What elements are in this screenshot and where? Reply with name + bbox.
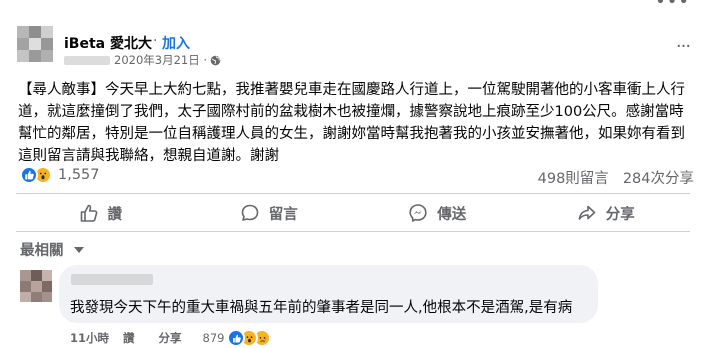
- like-label: 讚: [107, 206, 123, 223]
- comment-count-link[interactable]: 498則留言: [538, 167, 609, 188]
- post-meta: 2020年3月21日 ·: [64, 53, 221, 67]
- page-avatar[interactable]: [17, 26, 53, 62]
- comment-like-link[interactable]: 讚: [123, 330, 135, 346]
- share-count-link[interactable]: 284次分享: [623, 167, 694, 188]
- share-label: 分享: [605, 206, 635, 223]
- speech-bubble-icon: [241, 204, 259, 221]
- top-strip: •••: [0, 0, 706, 12]
- post-body: 【尋人敵事】今天早上大約七點，我推著嬰兒車走在國慶路人行道上，一位駕駛開著他的小…: [18, 82, 685, 164]
- comment-button[interactable]: 留言: [185, 198, 354, 228]
- post-more-options-icon[interactable]: ···: [672, 38, 694, 60]
- prev-post-more-icon[interactable]: •••: [655, 0, 690, 12]
- globe-icon: [210, 55, 221, 65]
- send-label: 傳送: [437, 206, 467, 223]
- page-name[interactable]: iBeta 愛北大: [64, 33, 152, 53]
- commenter-avatar[interactable]: [20, 270, 52, 302]
- name-separator: ·: [153, 33, 158, 49]
- reaction-count: 1,557: [58, 167, 100, 183]
- sort-label: 最相關: [20, 243, 64, 259]
- like-button[interactable]: 讚: [16, 198, 185, 228]
- comment-label: 留言: [268, 206, 298, 223]
- send-button[interactable]: 傳送: [353, 198, 522, 228]
- chevron-down-icon: [73, 246, 84, 253]
- comment-sort-dropdown[interactable]: 最相關: [20, 239, 84, 260]
- redacted-author: [64, 55, 110, 65]
- comment-share-link[interactable]: 分享: [159, 330, 182, 346]
- redacted-commenter-name[interactable]: [71, 274, 153, 285]
- comment-time[interactable]: 11小時: [70, 330, 109, 346]
- comment-actions: 11小時 讚 分享 879: [70, 329, 272, 347]
- comment-text: 我發現今天下午的重大車禍與五年前的肇事者是同一人,他根本不是酒駕,是有病: [70, 300, 573, 316]
- reaction-summary[interactable]: 1,557: [20, 166, 100, 184]
- comment-bubble: 我發現今天下午的重大車禍與五年前的肇事者是同一人,他根本不是酒駕,是有病: [59, 265, 598, 323]
- post-date[interactable]: 2020年3月21日 ·: [114, 52, 207, 68]
- share-button[interactable]: 分享: [522, 198, 691, 228]
- join-group-link[interactable]: 加入: [162, 33, 190, 53]
- thumbs-up-icon: [80, 204, 97, 222]
- divider: [16, 231, 690, 232]
- like-reaction-icon: [20, 166, 38, 184]
- divider: [16, 193, 690, 194]
- messenger-icon: [409, 204, 427, 222]
- comment-reaction-count[interactable]: 879: [203, 331, 225, 345]
- engagement-stats: 498則留言 284次分享: [538, 167, 694, 188]
- action-bar: 讚 留言 傳送 分享: [16, 198, 690, 228]
- share-arrow-icon: [578, 205, 596, 220]
